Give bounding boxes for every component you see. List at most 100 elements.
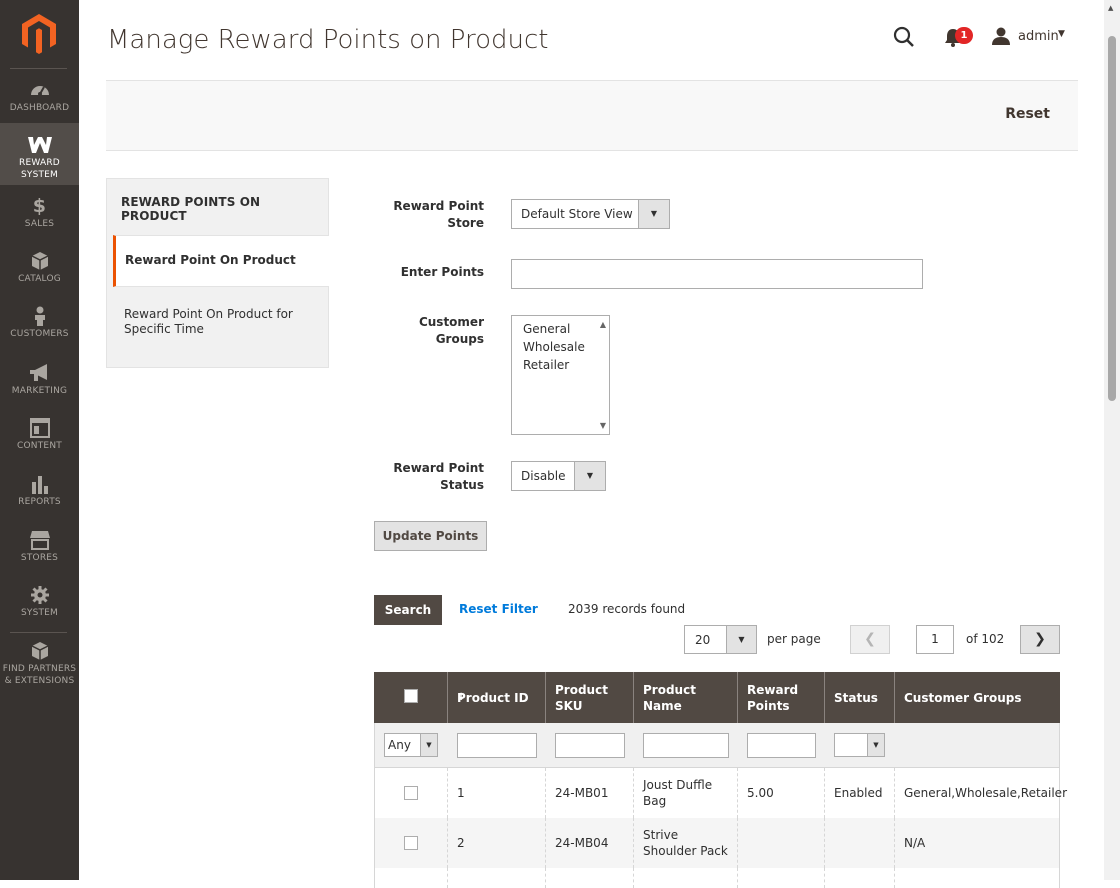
cell-text: 2 [457, 836, 465, 850]
nav-marketing[interactable]: MARKETING [0, 363, 79, 403]
filter-reward-points[interactable] [747, 733, 816, 758]
magento-logo-icon[interactable] [22, 14, 56, 54]
cell-text: 5.00 [747, 786, 774, 800]
cube-icon [31, 252, 48, 270]
nav-sales[interactable]: $ SALES [0, 196, 79, 236]
chevron-down-icon: ▼ [638, 200, 669, 228]
cell-product-id: 1 [448, 768, 546, 818]
col-reward-points[interactable]: Reward Points [738, 672, 825, 723]
tab-reward-point-specific-time[interactable]: Reward Point On Product for Specific Tim… [124, 307, 314, 337]
status-select[interactable]: Disable ▼ [511, 461, 606, 491]
nav-stores[interactable]: STORES [0, 530, 79, 570]
nav-label: SALES [24, 219, 55, 229]
chevron-down-icon: ▼ [420, 734, 437, 756]
nav-label: STORES [20, 553, 59, 563]
cell-reward-points [738, 818, 825, 868]
user-menu[interactable]: admin [1018, 29, 1059, 44]
table-row[interactable]: 1 24-MB01 Joust Duffle Bag 5.00 Enabled … [374, 768, 1067, 818]
store-label: Reward Point Store [393, 199, 484, 230]
nav-label: REPORTS [18, 497, 61, 507]
per-page-select[interactable]: 20 ▼ [684, 625, 757, 654]
tab-reward-point-on-product[interactable]: Reward Point On Product [113, 235, 329, 287]
nav-reports[interactable]: REPORTS [0, 474, 79, 514]
reset-button[interactable]: Reset [1005, 106, 1050, 122]
group-option[interactable]: Retailer [523, 358, 569, 372]
col-label: Product Name [643, 682, 696, 713]
dollar-icon: $ [32, 195, 47, 217]
col-label: Reward Points [747, 682, 799, 713]
col-product-name[interactable]: Product Name [634, 672, 738, 723]
user-icon[interactable] [992, 27, 1010, 45]
nav-system[interactable]: SYSTEM [0, 585, 79, 625]
row-select-cell [375, 818, 448, 868]
cell-customer-groups: General,Wholesale,Retailer [895, 768, 1067, 818]
next-page-button[interactable]: ❯ [1020, 625, 1060, 654]
scroll-up-icon[interactable]: ▲ [1108, 4, 1113, 12]
nav-catalog[interactable]: CATALOG [0, 251, 79, 291]
row-select-cell [375, 868, 448, 888]
scroll-down-icon[interactable]: ▼ [600, 421, 606, 430]
filter-product-name[interactable] [643, 733, 729, 758]
status-label: Reward Point Status [393, 461, 484, 492]
cell-text: 1 [457, 786, 465, 800]
col-status[interactable]: Status [825, 672, 895, 723]
cell-text: Enabled [834, 786, 883, 800]
nav-dashboard[interactable]: DASHBOARD [0, 80, 79, 120]
grid-filter-row: Any ▼ ▼ [374, 723, 1060, 768]
group-option[interactable]: General [523, 322, 570, 336]
notification-badge[interactable]: 1 [955, 27, 973, 44]
per-page-value: 20 [695, 633, 711, 647]
filter-product-sku[interactable] [555, 733, 625, 758]
nav-divider [10, 632, 67, 633]
select-filter[interactable]: Any ▼ [384, 733, 438, 757]
filter-status[interactable]: ▼ [834, 733, 885, 757]
search-button[interactable]: Search [374, 595, 442, 625]
col-product-id[interactable]: Product ID ↓ [448, 672, 546, 723]
page-scrollbar[interactable]: ▲ [1104, 0, 1120, 880]
scroll-thumb[interactable] [1108, 36, 1116, 401]
reset-filter-link[interactable]: Reset Filter [459, 602, 538, 616]
search-icon[interactable] [893, 26, 915, 48]
table-row[interactable]: 2 24-MB04 Strive Shoulder Pack N/A [374, 818, 1060, 868]
page-title: Manage Reward Points on Product [107, 25, 549, 55]
select-all-checkbox[interactable] [404, 689, 418, 703]
cell-text: 24-MB01 [555, 786, 609, 800]
col-product-sku[interactable]: Product SKU [546, 672, 634, 723]
nav-label: CONTENT [17, 441, 62, 451]
cell-status: Enabled [825, 768, 895, 818]
nav-reward-system[interactable]: REWARD SYSTEM [0, 123, 79, 185]
content-icon [29, 418, 50, 438]
group-option[interactable]: Wholesale [523, 340, 585, 354]
row-checkbox[interactable] [404, 786, 418, 800]
points-input[interactable] [511, 259, 923, 289]
store-select[interactable]: Default Store View ▼ [511, 199, 670, 229]
row-checkbox[interactable] [404, 836, 418, 850]
status-select-value: Disable [521, 469, 566, 483]
nav-content[interactable]: CONTENT [0, 418, 79, 458]
col-customer-groups[interactable]: Customer Groups [895, 672, 1060, 723]
per-page-label: per page [767, 632, 821, 646]
scroll-up-icon[interactable]: ▲ [600, 320, 606, 329]
cell-reward-points: 5.00 [738, 768, 825, 818]
chevron-down-icon[interactable]: ▼ [1058, 29, 1065, 39]
nav-find-partners[interactable]: FIND PARTNERS & EXTENSIONS [0, 641, 79, 691]
chevron-right-icon: ❯ [1034, 631, 1046, 647]
cell-status [825, 818, 895, 868]
person-icon [34, 306, 45, 326]
update-points-button[interactable]: Update Points [374, 521, 487, 551]
nav-customers[interactable]: CUSTOMERS [0, 306, 79, 346]
page-number-input[interactable]: 1 [916, 625, 954, 654]
customer-groups-multiselect[interactable]: General Wholesale Retailer ▲ ▼ [511, 315, 610, 435]
cell-text: General,Wholesale,Retailer [904, 786, 1067, 800]
cell-text: N/A [904, 836, 926, 850]
cell-text: 24-MB04 [555, 836, 609, 850]
filter-product-id[interactable] [457, 733, 537, 758]
col-label: Customer Groups [904, 690, 1022, 705]
cell-product-name [634, 868, 738, 888]
table-row[interactable] [374, 868, 1060, 888]
col-select-all [374, 672, 448, 723]
records-count: 2039 records found [568, 602, 686, 616]
tabs-panel: REWARD POINTS ON PRODUCT Reward Point On… [106, 178, 329, 368]
box-icon [31, 642, 48, 660]
prev-page-button[interactable]: ❮ [850, 625, 890, 654]
